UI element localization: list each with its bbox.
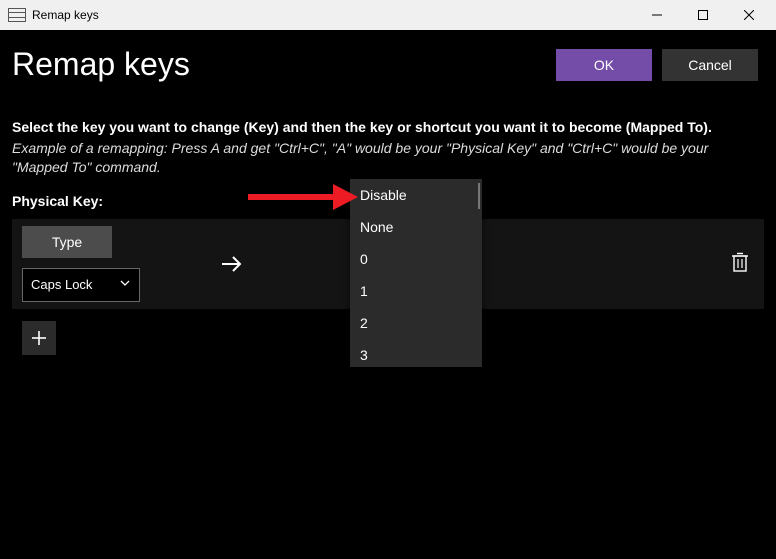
mapped-to-dropdown[interactable]: Disable None 0 1 2 3: [350, 179, 482, 367]
app-icon: [8, 8, 26, 22]
titlebar: Remap keys: [0, 0, 776, 30]
physical-key-select[interactable]: Caps Lock: [22, 268, 140, 302]
selected-key-label: Caps Lock: [31, 277, 92, 292]
window-title: Remap keys: [32, 8, 99, 22]
dropdown-option[interactable]: 3: [350, 339, 482, 367]
dropdown-option[interactable]: 2: [350, 307, 482, 339]
maximize-button[interactable]: [680, 0, 726, 30]
dropdown-option[interactable]: 0: [350, 243, 482, 275]
chevron-down-icon: [119, 277, 131, 292]
dropdown-option[interactable]: Disable: [350, 179, 482, 211]
physical-key-cell: Type Caps Lock: [12, 216, 192, 312]
instruction-text: Select the key you want to change (Key) …: [12, 119, 764, 135]
dropdown-option[interactable]: 1: [350, 275, 482, 307]
maps-to-arrow-icon: [192, 251, 272, 277]
page-title: Remap keys: [12, 46, 546, 83]
type-button[interactable]: Type: [22, 226, 112, 258]
header: Remap keys OK Cancel: [0, 30, 776, 89]
ok-button[interactable]: OK: [556, 49, 652, 81]
add-mapping-button[interactable]: [22, 321, 56, 355]
dropdown-option[interactable]: None: [350, 211, 482, 243]
delete-mapping-button[interactable]: [730, 251, 750, 276]
cancel-button[interactable]: Cancel: [662, 49, 758, 81]
minimize-button[interactable]: [634, 0, 680, 30]
dropdown-scrollbar[interactable]: [478, 183, 480, 209]
example-text: Example of a remapping: Press A and get …: [12, 139, 764, 177]
close-button[interactable]: [726, 0, 772, 30]
